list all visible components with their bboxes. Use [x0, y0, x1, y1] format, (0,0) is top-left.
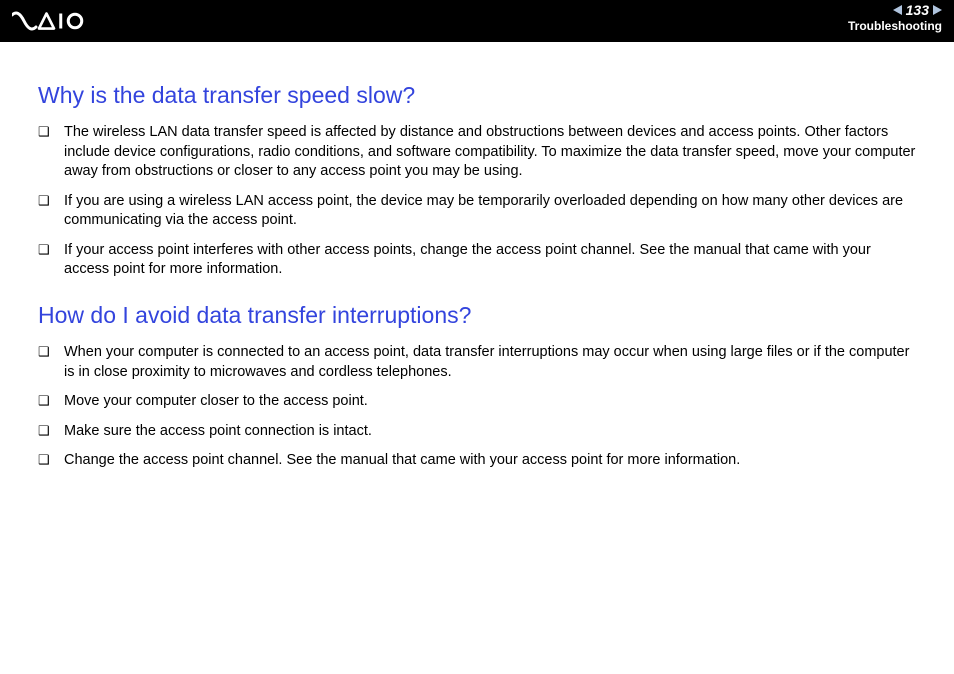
list-item: If your access point interferes with oth… [38, 241, 916, 280]
header-right: 133 Troubleshooting [848, 2, 942, 33]
page-content: Why is the data transfer speed slow? The… [0, 42, 954, 501]
section-1: Why is the data transfer speed slow? The… [38, 82, 916, 280]
page-nav: 133 [848, 2, 942, 18]
section-heading: Why is the data transfer speed slow? [38, 82, 916, 109]
page-number: 133 [906, 2, 929, 18]
list-item: When your computer is connected to an ac… [38, 343, 916, 382]
vaio-logo [12, 0, 102, 42]
list-item: Move your computer closer to the access … [38, 392, 916, 412]
section-label: Troubleshooting [848, 19, 942, 33]
list-item: Change the access point channel. See the… [38, 451, 916, 471]
header-bar: 133 Troubleshooting [0, 0, 954, 42]
section-heading: How do I avoid data transfer interruptio… [38, 302, 916, 329]
section-2: How do I avoid data transfer interruptio… [38, 302, 916, 471]
next-page-arrow-icon[interactable] [933, 5, 942, 15]
list-item: The wireless LAN data transfer speed is … [38, 123, 916, 182]
list-item: Make sure the access point connection is… [38, 422, 916, 442]
prev-page-arrow-icon[interactable] [893, 5, 902, 15]
list-item: If you are using a wireless LAN access p… [38, 192, 916, 231]
bullet-list: When your computer is connected to an ac… [38, 343, 916, 471]
bullet-list: The wireless LAN data transfer speed is … [38, 123, 916, 280]
